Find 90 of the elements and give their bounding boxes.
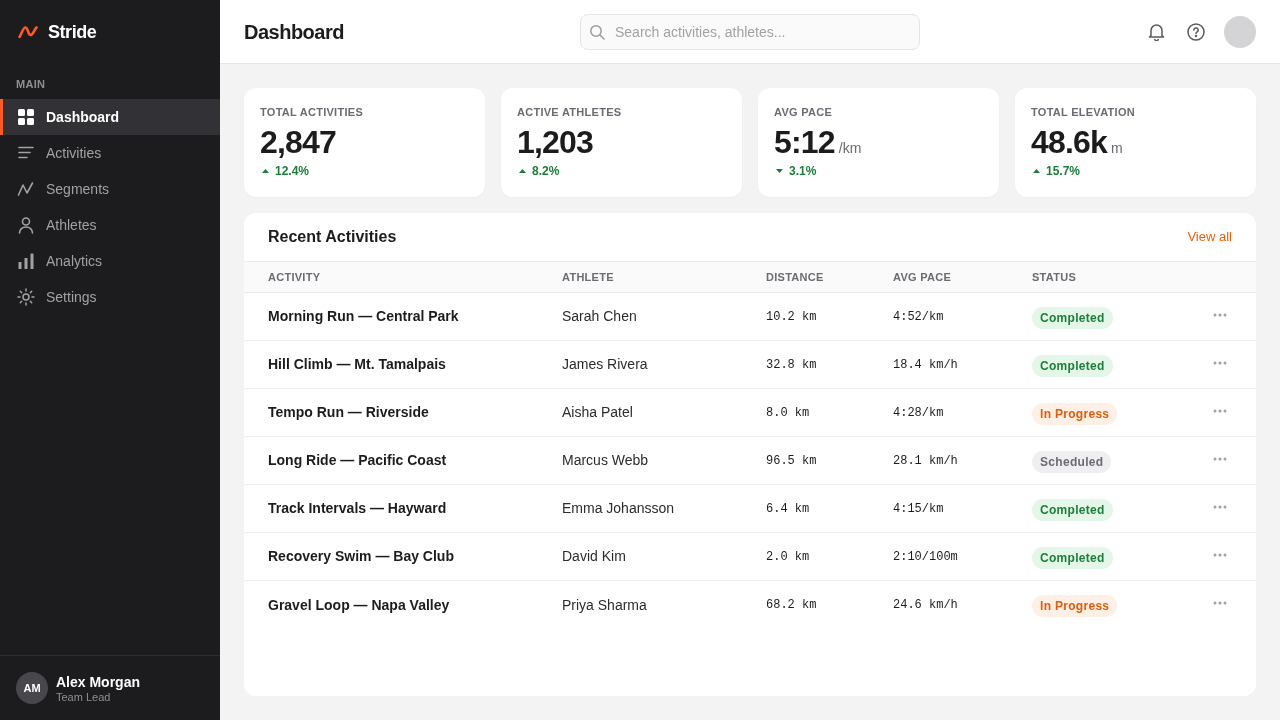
athlete-name: David Kim xyxy=(562,547,627,566)
stat-change: 3.1% xyxy=(789,163,817,179)
ellipsis-icon xyxy=(1213,456,1227,461)
pace-cell-text: 28.1 km/h xyxy=(893,452,959,470)
stat-value: 2,847 xyxy=(260,124,337,160)
activity-name: Recovery Swim — Bay Club xyxy=(268,547,455,566)
athlete-name: Emma Johansson xyxy=(562,499,676,518)
ellipsis-icon xyxy=(1213,552,1227,557)
nav-item[interactable]: Activities xyxy=(0,135,220,171)
up-arrow-icon xyxy=(1033,169,1040,173)
distance-cell-text: 8.0 km xyxy=(766,404,811,422)
nav-item[interactable]: Settings xyxy=(0,279,220,315)
pace-cell-text: 4:28/km xyxy=(893,404,945,422)
status-badge: Completed xyxy=(1032,354,1113,377)
user-icon xyxy=(17,216,35,234)
column-header: DISTANCE xyxy=(766,269,825,285)
pace-cell-text: 24.6 km/h xyxy=(893,597,959,614)
nav-item[interactable]: Athletes xyxy=(0,207,220,243)
card-title: Recent Activities xyxy=(268,227,397,247)
nav-item[interactable]: Segments xyxy=(0,171,220,207)
section-label: MAIN xyxy=(15,77,47,92)
activity-name: Gravel Loop — Napa Valley xyxy=(268,595,451,615)
page-title: Dashboard xyxy=(244,19,345,45)
stat-label: AVG PACE xyxy=(774,105,834,120)
pace-cell-text: 4:52/km xyxy=(893,308,945,326)
status-badge: Completed xyxy=(1032,306,1113,329)
brand-name: Stride xyxy=(48,20,97,44)
bell-icon xyxy=(1147,22,1165,41)
distance-cell-text: 6.4 km xyxy=(766,500,811,518)
athlete-name: Priya Sharma xyxy=(562,595,648,615)
ellipsis-icon xyxy=(1213,504,1227,509)
activity-name: Hill Climb — Mt. Tamalpais xyxy=(268,355,447,374)
user-avatar-icon[interactable] xyxy=(1224,15,1256,48)
search-icon xyxy=(589,23,605,40)
grid-icon xyxy=(17,108,35,126)
activity-name: Track Intervals — Hayward xyxy=(268,499,448,518)
column-header: AVG PACE xyxy=(893,269,953,285)
pace-cell-text: 2:10/100m xyxy=(893,548,959,566)
up-arrow-icon xyxy=(519,169,526,173)
status-badge: In Progress xyxy=(1032,402,1118,425)
status-badge: Completed xyxy=(1032,546,1113,569)
athlete-name: Marcus Webb xyxy=(562,451,650,470)
stat-unit: m xyxy=(1111,139,1123,158)
stat-value: 48.6k xyxy=(1031,124,1108,160)
status-badge: Scheduled xyxy=(1032,450,1112,473)
up-arrow-icon xyxy=(262,169,269,173)
stat-label: TOTAL ELEVATION xyxy=(1031,105,1136,120)
ellipsis-icon xyxy=(1213,408,1227,413)
pace-cell-text: 18.4 km/h xyxy=(893,356,959,374)
bar-chart-icon xyxy=(17,252,35,270)
view-all-link[interactable]: View all xyxy=(1187,227,1232,247)
stat-label: ACTIVE ATHLETES xyxy=(517,105,623,120)
ellipsis-icon xyxy=(1213,601,1227,605)
stat-change: 8.2% xyxy=(532,163,560,179)
ellipsis-icon xyxy=(1213,360,1227,365)
column-header: ACTIVITY xyxy=(268,269,322,285)
status-badge: Completed xyxy=(1032,498,1113,521)
trend-line-icon xyxy=(17,180,35,198)
distance-cell-text: 2.0 km xyxy=(766,548,811,566)
help-icon xyxy=(1187,22,1205,41)
distance-cell-text: 10.2 km xyxy=(766,308,818,326)
user-name: Alex Morgan xyxy=(56,672,140,691)
athlete-name: Sarah Chen xyxy=(562,307,638,326)
stat-value: 5:12 xyxy=(774,124,835,160)
athlete-name: Aisha Patel xyxy=(562,403,634,422)
stat-change: 15.7% xyxy=(1046,163,1081,179)
activity-name: Morning Run — Central Park xyxy=(268,307,460,326)
column-header: ATHLETE xyxy=(562,269,615,285)
stat-change: 12.4% xyxy=(275,163,310,179)
stat-unit: /km xyxy=(838,139,862,158)
athlete-name: James Rivera xyxy=(562,355,649,374)
distance-cell-text: 96.5 km xyxy=(766,452,818,470)
distance-cell-text: 68.2 km xyxy=(766,597,818,614)
pace-cell-text: 4:15/km xyxy=(893,500,945,518)
down-arrow-icon xyxy=(776,169,783,173)
ellipsis-icon xyxy=(1213,312,1227,317)
stat-label: TOTAL ACTIVITIES xyxy=(260,105,364,120)
search-field[interactable]: Search activities, athletes... xyxy=(580,13,920,50)
user-role: Team Lead xyxy=(56,690,112,704)
status-badge: In Progress xyxy=(1032,595,1118,617)
stat-value: 1,203 xyxy=(517,124,594,160)
user-avatar: AM xyxy=(16,672,48,704)
logo-icon xyxy=(18,25,38,39)
activity-name: Long Ride — Pacific Coast xyxy=(268,451,448,470)
column-header: STATUS xyxy=(1032,269,1078,285)
settings-icon xyxy=(17,288,35,306)
nav-item[interactable]: Analytics xyxy=(0,243,220,279)
activity-name: Tempo Run — Riverside xyxy=(268,403,430,422)
nav-item[interactable]: Dashboard xyxy=(0,99,220,135)
distance-cell-text: 32.8 km xyxy=(766,356,818,374)
